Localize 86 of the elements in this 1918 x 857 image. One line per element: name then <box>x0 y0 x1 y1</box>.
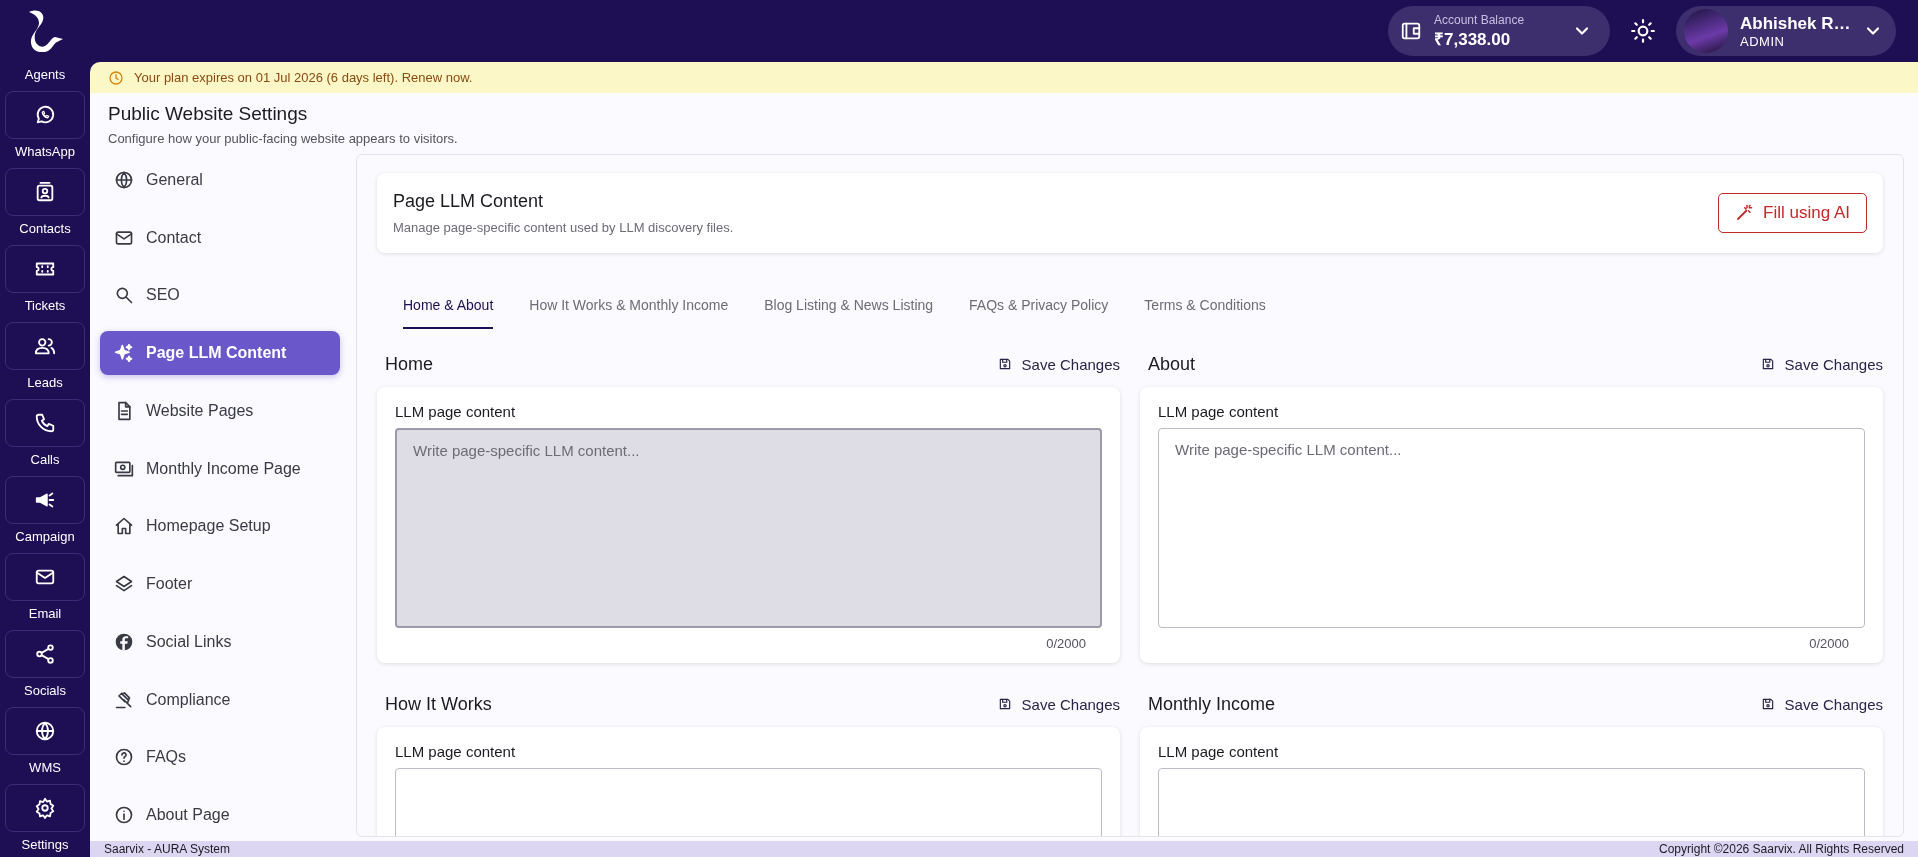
save-changes-button[interactable]: Save Changes <box>997 695 1120 713</box>
settings-nav-item[interactable]: Website Pages <box>100 389 340 433</box>
settings-nav-item[interactable]: Homepage Setup <box>100 504 340 549</box>
sun-icon <box>1630 18 1656 44</box>
user-menu-button[interactable]: Abhishek R… ADMIN <box>1676 6 1896 56</box>
footer-brand: Saarvix - AURA System <box>104 842 231 856</box>
account-balance-button[interactable]: Account Balance ₹7,338.00 <box>1388 6 1610 56</box>
settings-nav-item[interactable]: Footer <box>100 562 340 606</box>
tab[interactable]: How It Works & Monthly Income <box>529 285 729 329</box>
field-label: LLM page content <box>395 403 517 420</box>
rail-button[interactable] <box>5 553 85 601</box>
rail-label[interactable]: Calls <box>30 451 60 468</box>
page-section-title: How It Works <box>385 693 492 715</box>
search-icon <box>114 285 134 306</box>
settings-nav-item[interactable]: Page LLM Content <box>100 331 340 375</box>
balance-label: Account Balance <box>1434 12 1526 27</box>
tab[interactable]: Blog Listing & News Listing <box>764 285 934 329</box>
letter-f-circle-icon <box>114 631 134 652</box>
page-section-title: Monthly Income <box>1148 693 1276 715</box>
character-counter: 0/2000 <box>1809 636 1849 651</box>
rail-button[interactable] <box>5 168 85 216</box>
info-icon <box>114 805 134 826</box>
rail-label[interactable]: Campaign <box>15 528 75 545</box>
tab[interactable]: Home & About <box>403 285 494 329</box>
rail-label[interactable]: Leads <box>27 374 63 391</box>
gear-icon <box>34 797 56 819</box>
page-section-title: Home <box>385 353 433 375</box>
rail-button[interactable] <box>5 784 85 832</box>
rail-label[interactable]: WMS <box>29 759 61 776</box>
rail-button[interactable] <box>5 322 85 370</box>
rail-label[interactable]: Email <box>28 605 62 622</box>
tab[interactable]: Terms & Conditions <box>1144 285 1266 329</box>
phone-icon <box>34 412 56 434</box>
rail-label[interactable]: Tickets <box>24 297 66 314</box>
house-icon <box>114 516 134 537</box>
rail-label[interactable]: Socials <box>24 682 66 699</box>
chat-bubble-icon <box>34 104 56 126</box>
gavel-icon <box>114 689 134 710</box>
settings-nav-item[interactable]: Social Links <box>100 620 340 664</box>
tab[interactable]: FAQs & Privacy Policy <box>969 285 1109 329</box>
magic-wand-icon <box>1735 204 1754 222</box>
users-icon <box>34 335 56 357</box>
settings-nav-item[interactable]: About Page <box>100 793 340 837</box>
settings-nav-item[interactable]: Contact <box>100 215 340 260</box>
rail-label[interactable]: Settings <box>21 836 69 853</box>
copyright-text: Copyright ©2026 Saarvix. All Rights Reserved <box>1659 842 1904 856</box>
rail-label[interactable]: Agents <box>24 66 66 83</box>
rail-button[interactable] <box>5 399 85 447</box>
content-textarea[interactable]: Write page-specific LLM content... <box>1158 428 1865 628</box>
plan-expiry-message: Your plan expires on 01 Jul 2026 (6 days left). Renew now. <box>134 70 473 85</box>
rail-label[interactable]: Contacts <box>19 220 71 237</box>
rail-button[interactable] <box>5 630 85 678</box>
rail-button[interactable] <box>5 91 85 139</box>
user-role: ADMIN <box>1740 33 1786 49</box>
user-name: Abhishek R… <box>1740 13 1851 34</box>
clock-icon <box>108 69 124 86</box>
field-label: LLM page content <box>395 743 517 760</box>
page-subtitle: Configure how your public-facing website appears to visitors. <box>108 131 459 146</box>
fill-using-ai-button[interactable]: Fill using AI <box>1718 193 1867 233</box>
settings-nav-item[interactable]: General <box>100 158 340 202</box>
settings-nav-item[interactable]: Compliance <box>100 677 340 722</box>
rail-label[interactable]: WhatsApp <box>15 143 75 160</box>
save-changes-button[interactable]: Save Changes <box>1760 695 1883 713</box>
rail-button[interactable] <box>5 707 85 755</box>
settings-nav-item[interactable]: FAQs <box>100 735 340 780</box>
avatar-image <box>1684 9 1728 53</box>
section-description: Manage page-specific content used by LLM discovery files. <box>393 220 734 235</box>
share-icon <box>34 643 56 665</box>
page-title: Public Website Settings <box>108 103 309 125</box>
character-counter: 0/2000 <box>1046 636 1086 651</box>
settings-nav-item[interactable]: SEO <box>100 273 340 318</box>
rail-button[interactable] <box>5 476 85 524</box>
wallet-icon <box>1400 20 1422 42</box>
contact-card-icon <box>34 181 56 203</box>
balance-amount: ₹7,338.00 <box>1434 28 1512 50</box>
sparkles-icon <box>114 343 134 364</box>
save-changes-button[interactable]: Save Changes <box>1760 355 1883 373</box>
settings-nav-item[interactable]: Monthly Income Page <box>100 446 340 491</box>
section-title: Page LLM Content <box>393 191 545 212</box>
question-circle-icon <box>114 747 134 768</box>
field-label: LLM page content <box>1158 743 1280 760</box>
page-section-title: About <box>1148 353 1196 375</box>
globe-icon <box>114 169 134 190</box>
rail-button[interactable] <box>5 245 85 293</box>
field-label: LLM page content <box>1158 403 1280 420</box>
globe-icon <box>34 720 56 742</box>
